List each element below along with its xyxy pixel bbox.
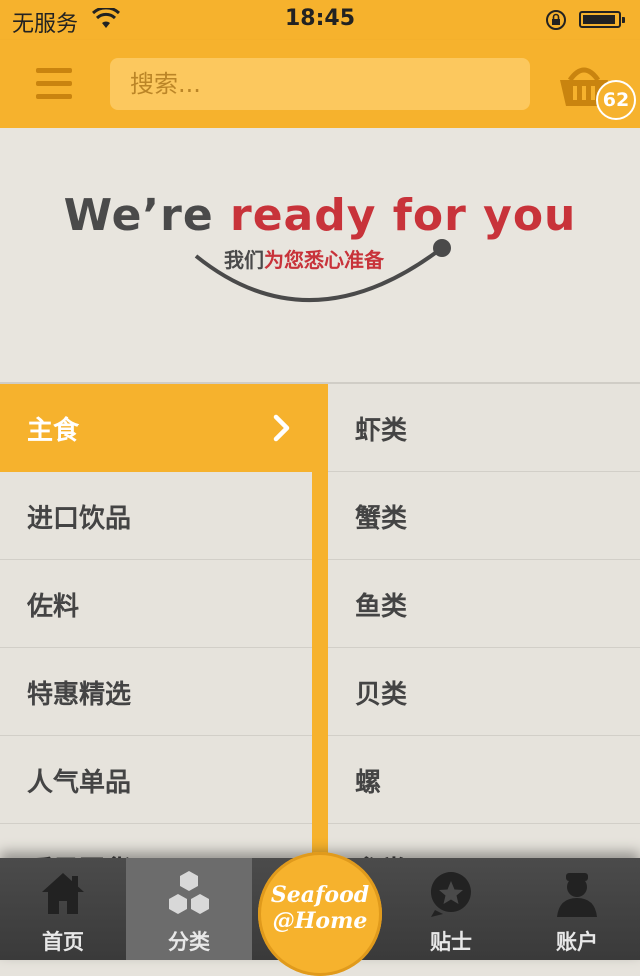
status-bar: 无服务 18:45 xyxy=(0,0,640,40)
battery-icon xyxy=(579,11,625,28)
category-item-imported-drinks[interactable]: 进口饮品 xyxy=(0,472,312,560)
subcategory-label: 虾类 xyxy=(355,416,408,446)
category-item-popular[interactable]: 人气单品 xyxy=(0,736,312,824)
smile-swoosh-icon xyxy=(194,239,451,302)
promo-banner: We’re ready for you 我们为您悉心准备 xyxy=(0,128,640,382)
subcategory-list: 虾类 蟹类 鱼类 贝类 螺 参类 xyxy=(328,384,640,912)
user-icon xyxy=(557,873,597,917)
search-input[interactable] xyxy=(110,58,530,110)
logo-line-2: @Home xyxy=(272,908,368,934)
tab-category-label: 分类 xyxy=(168,930,210,954)
star-badge-icon xyxy=(430,872,471,917)
subcategory-item-fish[interactable]: 鱼类 xyxy=(328,560,640,648)
category-item-seasoning[interactable]: 佐料 xyxy=(0,560,312,648)
tab-home-label: 首页 xyxy=(42,930,84,954)
subcategory-label: 蟹类 xyxy=(355,504,408,534)
tab-home[interactable]: 首页 xyxy=(0,858,126,960)
logo-line-1: Seafood xyxy=(270,882,370,908)
subcategory-label: 鱼类 xyxy=(355,592,408,622)
tab-account[interactable]: 账户 xyxy=(514,858,640,960)
category-hexagon-icon xyxy=(169,871,209,914)
menu-icon[interactable] xyxy=(36,68,72,100)
category-item-staple[interactable]: 主食 xyxy=(0,384,328,472)
category-label: 佐料 xyxy=(27,592,80,622)
home-icon xyxy=(42,873,84,914)
headline-red: ready for you xyxy=(230,190,577,241)
tab-account-label: 账户 xyxy=(556,930,598,954)
cart-count-badge: 62 xyxy=(596,80,636,120)
banner-headline: We’re ready for you xyxy=(0,190,640,241)
category-item-specials[interactable]: 特惠精选 xyxy=(0,648,312,736)
category-label: 主食 xyxy=(27,416,80,446)
subcategory-item-crab[interactable]: 蟹类 xyxy=(328,472,640,560)
primary-category-list: 主食 进口饮品 佐料 特惠精选 人气单品 暖风囤货 xyxy=(0,384,328,912)
category-indicator-bar xyxy=(312,472,328,892)
tab-tips-label: 贴士 xyxy=(430,930,472,954)
subcategory-item-shellfish[interactable]: 贝类 xyxy=(328,648,640,736)
chevron-right-icon xyxy=(273,414,290,442)
category-label: 特惠精选 xyxy=(27,680,132,710)
category-label: 人气单品 xyxy=(27,768,132,798)
rotation-lock-icon xyxy=(544,9,568,35)
category-label: 进口饮品 xyxy=(27,504,132,534)
seafood-home-logo-button[interactable]: Seafood @Home xyxy=(258,852,382,976)
top-navbar: 62 xyxy=(0,40,640,128)
bottom-tabbar: 首页 分类 Seafood @Home 贴士 账户 xyxy=(0,852,640,976)
subcategory-item-shrimp[interactable]: 虾类 xyxy=(328,384,640,472)
headline-dark: We’re xyxy=(63,190,231,241)
tab-tips[interactable]: 贴士 xyxy=(388,858,514,960)
tab-category[interactable]: 分类 xyxy=(126,858,252,960)
subcategory-label: 螺 xyxy=(355,768,382,798)
subcategory-item-snail[interactable]: 螺 xyxy=(328,736,640,824)
subcategory-label: 贝类 xyxy=(355,680,408,710)
